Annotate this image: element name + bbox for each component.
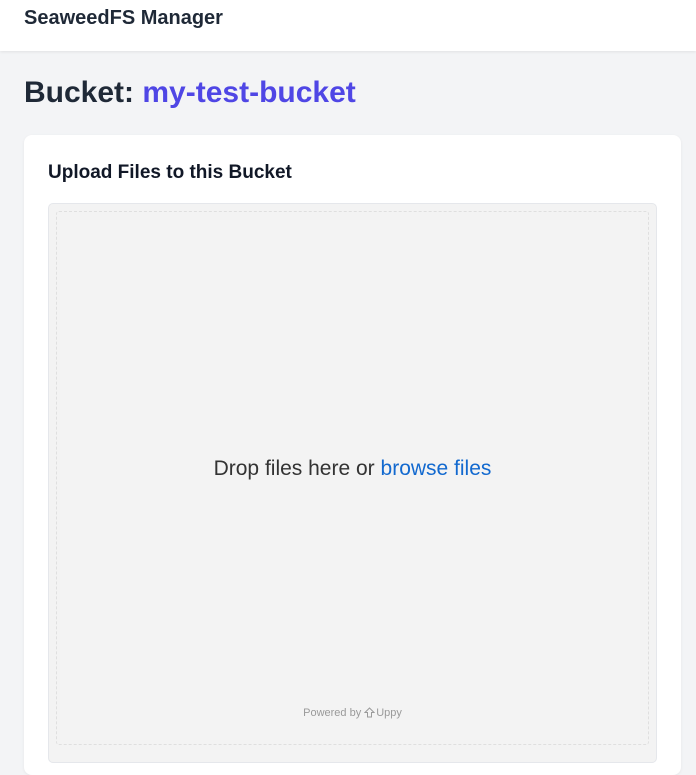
powered-by-text: Powered by <box>303 707 362 719</box>
upload-card-title: Upload Files to this Bucket <box>48 162 292 183</box>
browse-files-button[interactable]: browse files <box>381 457 492 481</box>
drop-instructions: Drop files here or browse files <box>57 457 648 481</box>
powered-by-uppy: Powered by Uppy <box>57 707 648 719</box>
brand-link[interactable]: SeaweedFS Manager <box>24 7 223 30</box>
top-navbar: SeaweedFS Manager <box>0 0 696 51</box>
uppy-logo-icon <box>363 707 376 718</box>
uppy-brand[interactable]: Uppy <box>376 707 402 719</box>
upload-card: Upload Files to this Bucket Drop files h… <box>24 135 681 775</box>
drop-text: Drop files here or <box>213 457 375 480</box>
file-dropzone[interactable]: Drop files here or browse files Powered … <box>56 211 649 745</box>
bucket-name: my-test-bucket <box>142 76 356 109</box>
page-title: Bucket: my-test-bucket <box>24 74 356 112</box>
page-title-prefix: Bucket: <box>24 76 135 109</box>
uppy-dashboard: Drop files here or browse files Powered … <box>48 203 657 763</box>
